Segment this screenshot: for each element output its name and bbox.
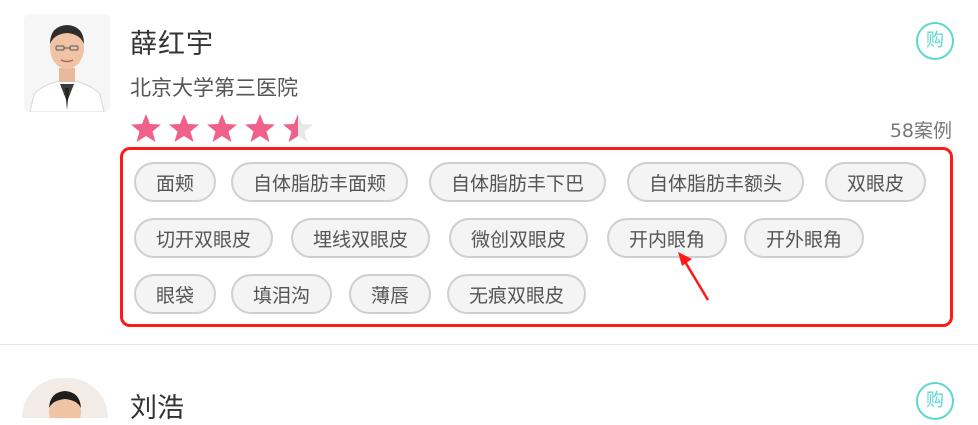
tag-item[interactable]: 填泪沟	[231, 274, 333, 314]
rating-stars	[131, 114, 313, 142]
card-divider	[0, 344, 978, 345]
doctor-photo	[24, 14, 110, 112]
doctor-avatar[interactable]	[22, 378, 108, 418]
tag-item[interactable]: 眼袋	[134, 274, 217, 314]
tag-item[interactable]: 自体脂肪丰面颊	[231, 162, 409, 202]
annotation-arrow-icon	[678, 252, 710, 301]
buy-button[interactable]: 购	[916, 22, 954, 60]
tag-item[interactable]: 薄唇	[349, 274, 432, 314]
half-star-icon	[283, 114, 313, 142]
tag-item[interactable]: 埋线双眼皮	[291, 218, 431, 258]
doctor-avatar[interactable]	[24, 14, 110, 112]
tag-item[interactable]: 切开双眼皮	[134, 218, 274, 258]
tag-item[interactable]: 面颊	[134, 162, 217, 202]
doctor-name: 刘浩	[130, 393, 184, 424]
tag-item[interactable]: 微创双眼皮	[449, 218, 589, 258]
star-icon	[245, 114, 275, 142]
tag-item[interactable]: 自体脂肪丰额头	[627, 162, 805, 202]
highlight-box: 面颊 自体脂肪丰面颊 自体脂肪丰下巴 自体脂肪丰额头 双眼皮 切开双眼皮 埋线双…	[120, 147, 953, 327]
star-icon	[131, 114, 161, 142]
tag-item[interactable]: 双眼皮	[825, 162, 927, 202]
star-icon	[207, 114, 237, 142]
buy-button[interactable]: 购	[916, 382, 954, 420]
doctor-photo	[22, 378, 108, 418]
doctor-name: 薛红宇	[130, 29, 214, 60]
case-count: 58案例	[889, 120, 952, 142]
star-icon	[169, 114, 199, 142]
tag-item[interactable]: 自体脂肪丰下巴	[429, 162, 607, 202]
hospital-name: 北京大学第三医院	[130, 76, 298, 100]
tag-item[interactable]: 无痕双眼皮	[447, 274, 587, 314]
tag-item[interactable]: 开外眼角	[744, 218, 865, 258]
doctor-card[interactable]: 薛红宇 北京大学第三医院 购 58案例 面颊 自体脂肪丰面颊 自体脂肪丰下巴 自…	[0, 0, 978, 345]
